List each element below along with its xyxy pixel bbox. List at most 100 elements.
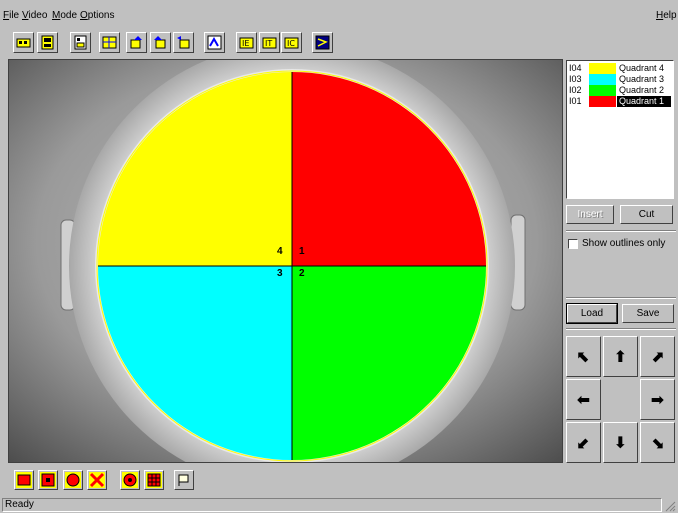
arrow-up-left-icon: ⬉: [576, 347, 591, 366]
zoom-fit-icon: IE: [239, 37, 254, 49]
camera-icon: [16, 38, 31, 48]
rectangle-icon: [16, 472, 32, 488]
zone-list-item-selected[interactable]: I01 Quadrant 1: [569, 96, 671, 107]
flag-icon: [178, 474, 189, 486]
rotate-left-icon: [177, 36, 190, 49]
target-icon: [122, 472, 138, 488]
separator: [566, 328, 676, 330]
menu-video[interactable]: Video: [22, 10, 47, 22]
zoom-in-button[interactable]: IT: [259, 32, 280, 53]
zone-name: Quadrant 2: [619, 85, 665, 95]
zone-name: Quadrant 1: [617, 96, 671, 107]
flag-button[interactable]: [174, 470, 194, 490]
cross-icon: [89, 472, 105, 488]
quadrant-1-label: 1: [299, 246, 305, 257]
zone-id: I02: [569, 85, 582, 95]
draw-target-button[interactable]: [120, 470, 140, 490]
film-button[interactable]: [37, 32, 58, 53]
move-up-left-button[interactable]: ⬉: [566, 336, 601, 377]
square-icon: [40, 472, 56, 488]
arrow-down-left-icon: ⬋: [576, 433, 591, 452]
draw-grid-button[interactable]: [144, 470, 164, 490]
shape-toolbar: [0, 466, 678, 494]
map-icon: [207, 35, 222, 50]
show-outlines-checkbox[interactable]: [568, 239, 578, 249]
quadrant-4-label: 4: [277, 246, 283, 257]
image-icon: [74, 35, 87, 50]
arrow-up-icon: ⬆: [613, 347, 628, 366]
menu-mode-label: ode: [60, 10, 78, 21]
zone-id: I01: [569, 96, 582, 106]
menu-bar: File Video Mode Options Help: [0, 0, 678, 22]
separator: [566, 230, 676, 232]
zone-color-swatch: [589, 63, 616, 74]
svg-text:IT: IT: [265, 39, 272, 48]
camera-button[interactable]: [13, 32, 34, 53]
zoom-out-icon: IC: [284, 37, 299, 49]
arrow-right-icon: ➡: [650, 390, 665, 409]
zone-color-swatch: [589, 85, 616, 96]
menu-file[interactable]: File: [3, 10, 19, 22]
rotate-alt-icon: [154, 36, 166, 49]
move-up-right-button[interactable]: ⬈: [640, 336, 675, 377]
menu-options-accel: O: [80, 10, 88, 21]
zone-list[interactable]: I04 Quadrant 4 I03 Quadrant 3 I02 Quadra…: [566, 60, 674, 199]
menu-help[interactable]: Help: [656, 10, 677, 22]
arrow-up-right-icon: ⬈: [650, 347, 665, 366]
move-up-button[interactable]: ⬆: [603, 336, 638, 377]
rotate-alt-button[interactable]: [150, 32, 171, 53]
zoom-in-icon: IT: [262, 37, 277, 49]
zone-name: Quadrant 4: [619, 63, 665, 73]
menu-mode[interactable]: Mode: [52, 10, 77, 22]
menu-options-label: ptions: [87, 10, 115, 21]
draw-square-button[interactable]: [38, 470, 58, 490]
move-left-button[interactable]: ⬅: [566, 379, 601, 420]
zone-id: I04: [569, 63, 582, 73]
zoom-fit-button[interactable]: IE: [236, 32, 257, 53]
move-down-left-button[interactable]: ⬋: [566, 422, 601, 463]
image-button[interactable]: [70, 32, 91, 53]
show-outlines-label: Show outlines only: [582, 238, 666, 249]
svg-text:IC: IC: [287, 39, 295, 48]
menu-video-label: ideo: [28, 10, 48, 21]
zone-list-item[interactable]: I04 Quadrant 4: [569, 63, 671, 74]
draw-rectangle-button[interactable]: [14, 470, 34, 490]
grid-button[interactable]: [99, 32, 120, 53]
arrow-down-icon: ⬇: [613, 433, 628, 452]
separator: [566, 297, 676, 299]
insert-button[interactable]: Insert: [566, 205, 614, 224]
load-button[interactable]: Load: [566, 303, 618, 324]
video-frame: 1 2 3 4: [9, 60, 562, 462]
zone-list-item[interactable]: I03 Quadrant 3: [569, 74, 671, 85]
move-right-button[interactable]: ➡: [640, 379, 675, 420]
analysis-button[interactable]: [312, 32, 333, 53]
zone-list-item[interactable]: I02 Quadrant 2: [569, 85, 671, 96]
direction-pad: ⬉ ⬆ ⬈ ⬅ ➡ ⬋ ⬇ ⬊: [566, 336, 675, 463]
cut-button[interactable]: Cut: [620, 205, 673, 224]
video-view[interactable]: 1 2 3 4: [8, 59, 563, 463]
rotate-button[interactable]: [126, 32, 147, 53]
move-down-button[interactable]: ⬇: [603, 422, 638, 463]
analysis-icon: [315, 35, 330, 50]
svg-text:IE: IE: [242, 39, 249, 48]
rotate-left-button[interactable]: [173, 32, 194, 53]
menu-file-label: ile: [9, 10, 20, 21]
quadrant-3-label: 3: [277, 268, 283, 279]
draw-polygon-button[interactable]: [87, 470, 107, 490]
arrow-down-right-icon: ⬊: [650, 433, 665, 452]
grid-icon: [102, 36, 117, 49]
zone-name: Quadrant 3: [619, 74, 665, 84]
grid-icon: [146, 472, 162, 488]
draw-circle-button[interactable]: [63, 470, 83, 490]
menu-options[interactable]: Options: [80, 10, 114, 22]
status-bar: Ready: [0, 497, 678, 513]
toolbar: IE IT IC: [0, 30, 678, 58]
map-button[interactable]: [204, 32, 225, 53]
save-button[interactable]: Save: [622, 304, 674, 323]
move-down-right-button[interactable]: ⬊: [640, 422, 675, 463]
rotate-icon: [130, 36, 142, 49]
resize-grip-icon[interactable]: [664, 500, 676, 512]
menu-help-label: elp: [663, 10, 677, 21]
zoom-out-button[interactable]: IC: [281, 32, 302, 53]
zone-color-swatch: [589, 96, 616, 107]
